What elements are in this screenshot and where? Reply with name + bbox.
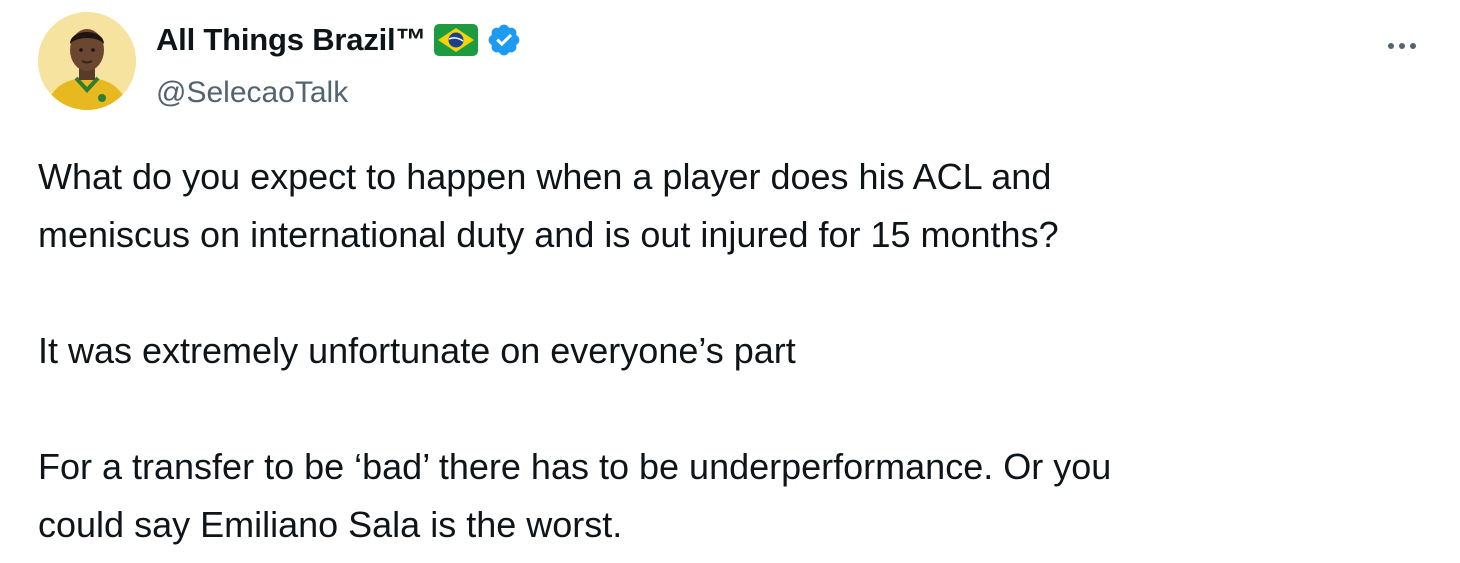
tweet: All Things Brazil™ @SelecaoTalk What do …	[0, 0, 1460, 563]
author-display-name[interactable]: All Things Brazil™	[156, 22, 426, 58]
tweet-paragraph: What do you expect to happen when a play…	[38, 156, 1059, 255]
brazil-flag-icon	[434, 24, 479, 56]
tweet-header: All Things Brazil™ @SelecaoTalk	[38, 12, 1428, 112]
tweet-paragraph: It was extremely unfortunate on everyone…	[38, 330, 796, 371]
verified-badge-icon	[486, 22, 522, 58]
tweet-paragraph: For a transfer to be ‘bad’ there has to …	[38, 446, 1112, 545]
more-options-icon[interactable]	[1376, 20, 1428, 72]
avatar-illustration-icon[interactable]	[38, 12, 136, 110]
tweet-text: What do you expect to happen when a play…	[38, 148, 1418, 554]
author-handle[interactable]: @SelecaoTalk	[156, 76, 348, 110]
author-name-row: All Things Brazil™	[156, 20, 522, 60]
